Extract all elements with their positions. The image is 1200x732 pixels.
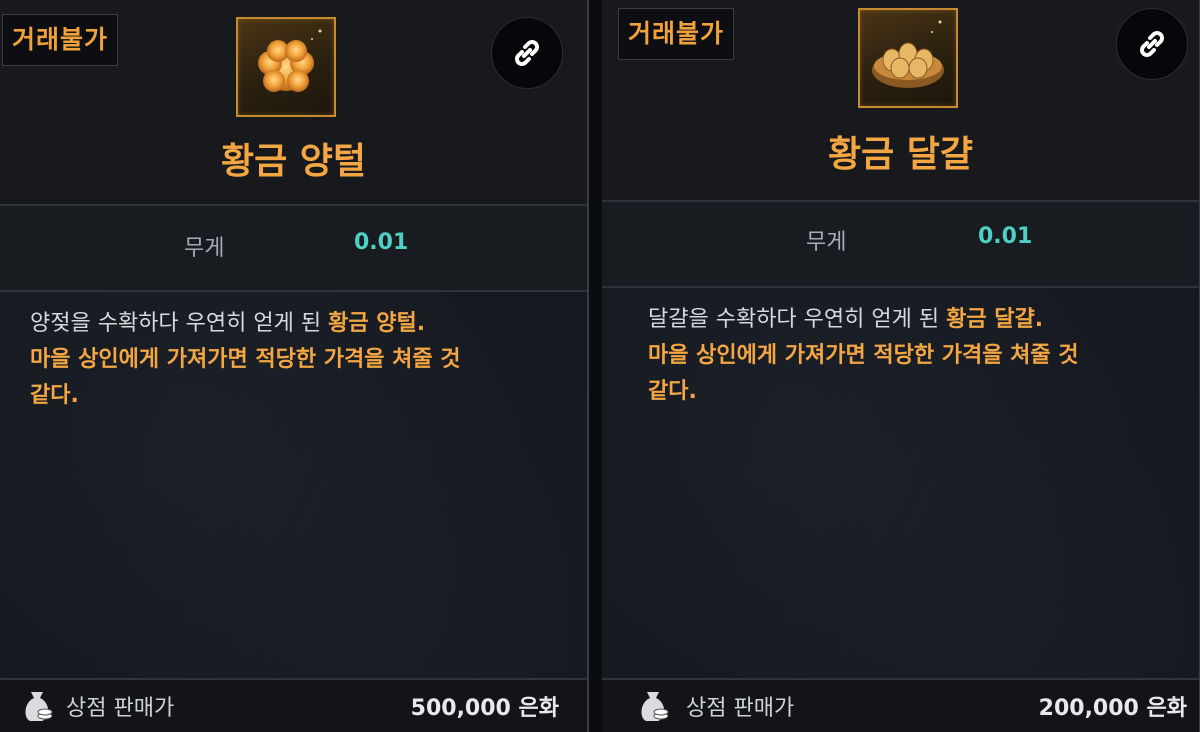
shop-price-label: 상점 판매가 — [66, 696, 175, 721]
desc-line-3: 같다. — [30, 383, 79, 408]
desc-period: . — [416, 311, 426, 336]
item-tooltip-golden-egg: 거래불가 황금 달걀 무게 0.01 달걀을 수확하다 우연히 얻게 된 황금 … — [602, 0, 1200, 732]
desc-text: 양젖을 수확하다 우연히 얻게 된 — [30, 311, 329, 336]
shop-price-value: 200,000 은화 — [1038, 696, 1187, 721]
weight-value: 0.01 — [354, 230, 409, 255]
money-bag-icon — [25, 692, 53, 721]
golden-wool-icon — [236, 17, 336, 117]
item-description: 양젖을 수확하다 우연히 얻게 된 황금 양털. 마을 상인에게 가져가면 적당… — [30, 306, 559, 414]
item-name: 황금 달걀 — [827, 134, 973, 175]
desc-highlight: 황금 달걀 — [946, 307, 1035, 332]
weight-row: 무게 0.01 — [602, 200, 1199, 288]
weight-label: 무게 — [806, 230, 847, 255]
untradeable-badge: 거래불가 — [2, 14, 119, 66]
desc-line-2: 마을 상인에게 가져가면 적당한 가격을 쳐줄 것 — [30, 347, 461, 372]
link-button[interactable] — [1116, 8, 1188, 80]
link-icon — [515, 40, 539, 66]
shop-price-value: 500,000 은화 — [410, 696, 559, 721]
desc-line-3: 같다. — [648, 379, 697, 404]
weight-row: 무게 0.01 — [0, 204, 587, 292]
untradeable-badge: 거래불가 — [618, 8, 735, 60]
shop-price-label: 상점 판매가 — [686, 696, 795, 721]
link-icon — [1140, 31, 1164, 57]
shop-price-row: 상점 판매가 200,000 은화 — [602, 678, 1199, 732]
desc-period: . — [1034, 307, 1044, 332]
shop-price-row: 상점 판매가 500,000 은화 — [0, 678, 587, 732]
item-description: 달걀을 수확하다 우연히 얻게 된 황금 달걀. 마을 상인에게 가져가면 적당… — [648, 302, 1171, 410]
weight-value: 0.01 — [978, 224, 1033, 249]
item-tooltip-golden-wool: 거래불가 황금 양털 무게 0.01 양젖을 수확하다 우연히 얻게 된 황금 … — [0, 0, 588, 732]
desc-highlight: 황금 양털 — [328, 311, 417, 336]
item-name: 황금 양털 — [220, 141, 366, 182]
desc-line-2: 마을 상인에게 가져가면 적당한 가격을 쳐줄 것 — [648, 343, 1079, 368]
panel-divider — [588, 0, 602, 732]
money-bag-icon — [641, 692, 669, 721]
golden-egg-basket-icon — [858, 8, 958, 108]
weight-label: 무게 — [184, 236, 225, 261]
desc-text: 달걀을 수확하다 우연히 얻게 된 — [648, 307, 947, 332]
link-button[interactable] — [491, 17, 563, 89]
